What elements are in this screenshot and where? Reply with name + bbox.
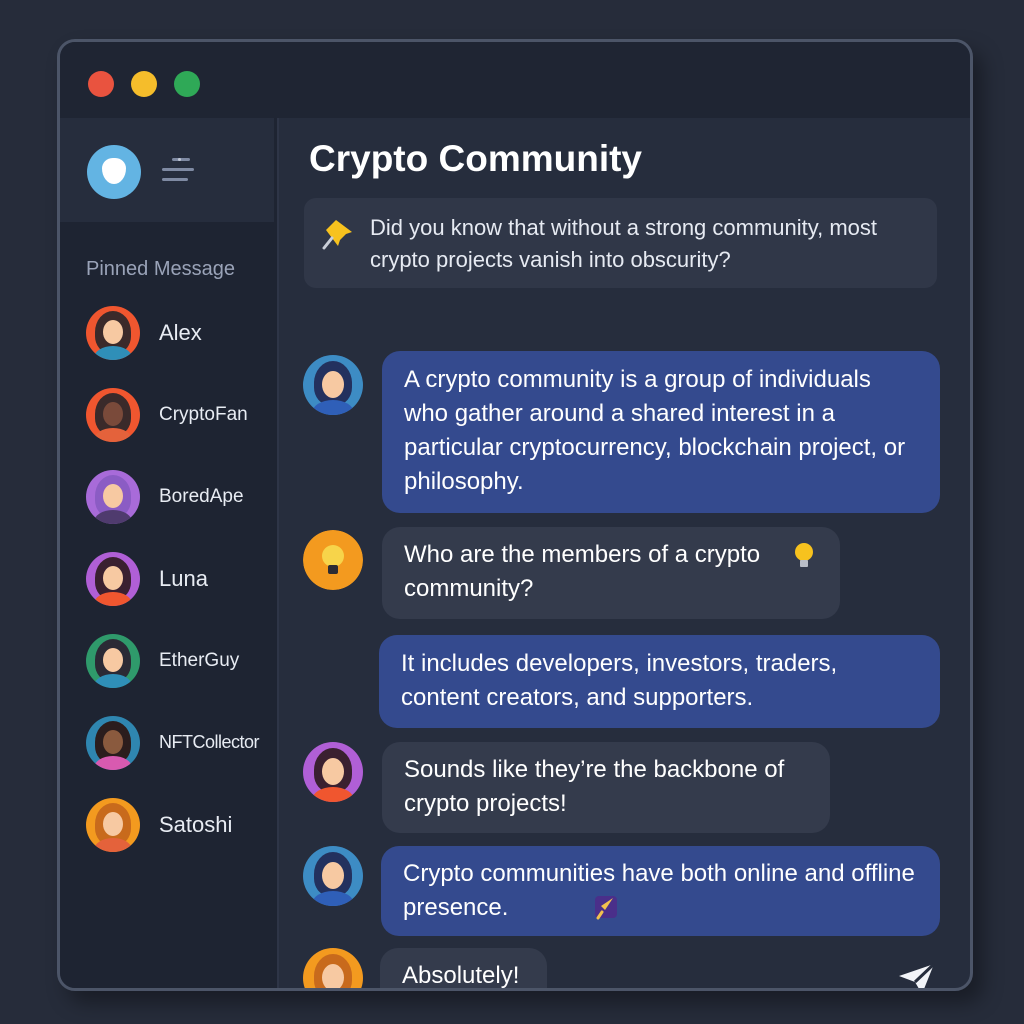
- user-item-alex[interactable]: Alex: [86, 306, 286, 388]
- user-name: BoredApe: [159, 486, 244, 507]
- message-bubble[interactable]: Who are the members of a crypto communit…: [382, 527, 840, 619]
- chat-panel: Crypto Community Did you know that witho…: [279, 118, 970, 988]
- avatar[interactable]: [303, 742, 363, 802]
- message-text: It includes developers, investors, trade…: [401, 650, 838, 711]
- pushpin-icon: [322, 220, 352, 250]
- avatar: [86, 552, 140, 606]
- message-text: Who are the members of a crypto communit…: [404, 541, 761, 602]
- avatar[interactable]: [303, 846, 363, 906]
- user-item-etherguy[interactable]: EtherGuy: [86, 634, 286, 716]
- message-bubble[interactable]: Absolutely!: [380, 948, 547, 989]
- app-logo-icon[interactable]: [87, 145, 141, 199]
- user-item-luna[interactable]: Luna: [86, 552, 286, 634]
- user-name: EtherGuy: [159, 650, 240, 671]
- chat-title: Crypto Community: [309, 138, 642, 179]
- user-name: Luna: [159, 566, 208, 591]
- avatar: [86, 388, 140, 442]
- user-name: CryptoFan: [159, 404, 248, 425]
- chat-window: Pinned Message Alex CryptoFan BoredApe L…: [57, 39, 973, 991]
- message-text: Sounds like they’re the backbone of cryp…: [404, 756, 785, 817]
- minimize-window-button[interactable]: [131, 71, 157, 97]
- lightbulb-icon: [795, 543, 813, 569]
- user-name: Satoshi: [159, 812, 233, 837]
- user-name: Alex: [159, 320, 202, 345]
- message-bubble[interactable]: A crypto community is a group of individ…: [382, 351, 940, 513]
- message-bubble[interactable]: Sounds like they’re the backbone of cryp…: [382, 742, 830, 833]
- avatar: [86, 798, 140, 852]
- message-text: A crypto community is a group of individ…: [404, 366, 906, 495]
- menu-lines-icon[interactable]: [162, 152, 198, 188]
- message-text: Crypto communities have both online and …: [403, 860, 915, 921]
- message-bubble[interactable]: It includes developers, investors, trade…: [379, 635, 940, 728]
- maximize-window-button[interactable]: [174, 71, 200, 97]
- avatar[interactable]: [303, 948, 363, 988]
- pinned-message-text: Did you know that without a strong commu…: [370, 215, 878, 272]
- user-item-satoshi[interactable]: Satoshi: [86, 798, 286, 880]
- user-name: NFTCollector: [159, 732, 260, 752]
- close-window-button[interactable]: [88, 71, 114, 97]
- pinned-message-card[interactable]: Did you know that without a strong commu…: [304, 198, 937, 288]
- avatar: [86, 716, 140, 770]
- user-item-boredape[interactable]: BoredApe: [86, 470, 286, 552]
- sidebar-header: [60, 118, 274, 222]
- lightbulb-avatar-icon[interactable]: [303, 530, 363, 590]
- user-item-nftcollector[interactable]: NFTCollector: [86, 716, 286, 798]
- title-bar: [60, 42, 970, 118]
- avatar: [86, 634, 140, 688]
- message-text: Absolutely!: [402, 962, 520, 989]
- avatar: [86, 306, 140, 360]
- user-item-cryptofan[interactable]: CryptoFan: [86, 388, 286, 470]
- rocket-icon: [595, 896, 617, 920]
- message-bubble[interactable]: Crypto communities have both online and …: [381, 846, 940, 936]
- pinned-message-label[interactable]: Pinned Message: [86, 258, 235, 281]
- avatar[interactable]: [303, 355, 363, 415]
- user-list: Alex CryptoFan BoredApe Luna EtherGuy NF…: [86, 306, 286, 880]
- sidebar: Pinned Message Alex CryptoFan BoredApe L…: [60, 118, 279, 988]
- avatar: [86, 470, 140, 524]
- send-icon[interactable]: [896, 960, 938, 991]
